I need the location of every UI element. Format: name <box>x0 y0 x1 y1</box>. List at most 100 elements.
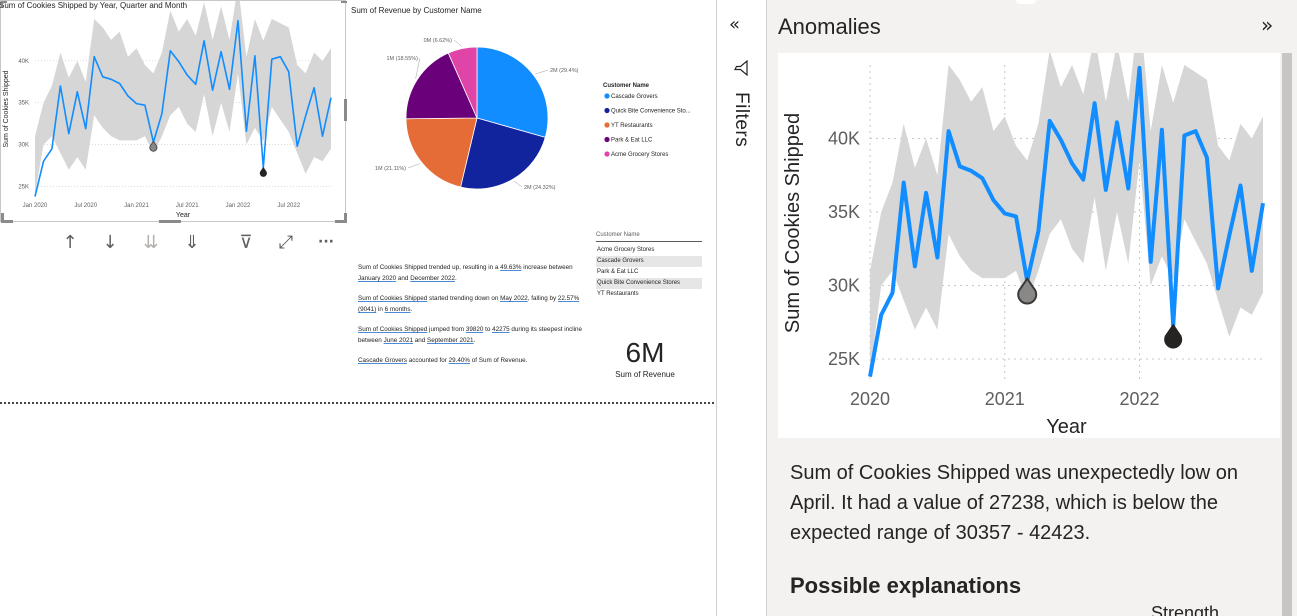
page-boundary-divider <box>0 402 714 404</box>
pie-leader-line <box>513 180 523 188</box>
legend-item: Acme Grocery Stores <box>611 152 668 158</box>
narrative-value-link[interactable]: Sum of Cookies Shipped <box>358 326 427 333</box>
anomaly-marker <box>259 166 267 177</box>
resize-handle[interactable] <box>344 99 347 121</box>
narrative-text: , falling by <box>527 295 558 302</box>
resize-handle[interactable] <box>344 213 347 223</box>
narrative-value-link[interactable]: Sum of Cookies Shipped <box>358 295 427 302</box>
x-tick-label: 2020 <box>850 389 890 409</box>
resize-handle[interactable] <box>1 220 13 223</box>
narrative-value-link[interactable]: 49.63% <box>500 264 521 271</box>
more-options-icon[interactable]: ··· <box>312 228 340 256</box>
y-tick-label: 40K <box>828 128 860 148</box>
narrative-value-link[interactable]: May 2022 <box>500 295 528 302</box>
narrative-paragraph: Sum of Cookies Shipped started trending … <box>358 293 590 315</box>
narrative-text: jumped from <box>427 326 466 333</box>
pane-scrollbar[interactable] <box>1282 53 1292 616</box>
resize-handle[interactable] <box>341 1 347 3</box>
slicer-item[interactable]: YT Restaurants <box>596 289 702 300</box>
collapse-filters-icon[interactable]: « <box>729 14 740 35</box>
expand-pane-icon[interactable]: » <box>1261 13 1273 37</box>
slicer-item[interactable]: Park & Eat LLC <box>596 267 702 278</box>
drill-up-icon[interactable]: ↑ <box>56 228 84 256</box>
anomalies-pane: Anomalies » 25K 30K 35K 40K 2020 2021 2022 Year… <box>766 0 1297 616</box>
narrative-value-link[interactable]: 42275 <box>492 326 510 333</box>
narrative-value-link[interactable]: 29.40% <box>449 357 470 364</box>
narrative-value-link[interactable]: December 2022 <box>410 275 455 282</box>
possible-explanations-heading: Possible explanations <box>790 573 1022 598</box>
pie-data-label: 2M (24.32%) <box>524 185 556 191</box>
narrative-value-link[interactable]: June 2021 <box>384 337 413 344</box>
x-tick-label: Jul 2022 <box>277 203 300 209</box>
pie-chart-visual[interactable]: Sum of Revenue by Customer Name 2M (29.4… <box>348 0 710 222</box>
drill-down-icon[interactable]: ↓ <box>96 228 124 256</box>
expand-all-down-icon[interactable]: ⇓ <box>178 228 206 256</box>
pie-chart-plot: 2M (29.4%) 2M (24.32%) 1M (21.11%) 1M (18.5… <box>375 38 691 191</box>
anomalies-title: Anomalies <box>778 14 881 39</box>
anomaly-detail-chart: 25K 30K 35K 40K 2020 2021 2022 Year Sum of Cooki… <box>778 6 1280 438</box>
pie-data-label: 1M (18.55%) <box>387 56 419 62</box>
narrative-value-link[interactable]: September 2021 <box>427 337 474 344</box>
report-canvas: Sum of Cookies Shipped by Year, Quarter … <box>0 0 716 616</box>
slicer-item[interactable]: Quick Bite Convenience Stores <box>596 278 702 289</box>
narrative-text: to <box>483 326 493 333</box>
resize-handle[interactable] <box>1 1 3 7</box>
narrative-text: increase between <box>521 264 573 271</box>
legend-marker <box>604 151 610 157</box>
anomaly-detail-plot: 25K 30K 35K 40K 2020 2021 2022 Year Sum of Cooki… <box>782 6 1265 438</box>
go-to-next-level-icon[interactable]: ⇊ <box>137 228 165 256</box>
legend-item: Quick Bite Convenience Sto... <box>611 109 691 115</box>
legend-item: Cascade Grovers <box>611 94 658 100</box>
x-tick-label: 2022 <box>1119 389 1159 409</box>
smart-narrative-visual: Sum of Cookies Shipped trended up, resul… <box>358 262 590 375</box>
y-tick-label: 25K <box>18 184 29 190</box>
filters-pane-collapsed[interactable]: « Filters <box>716 0 766 616</box>
x-axis-title: Year <box>176 212 191 219</box>
filters-label[interactable]: Filters <box>730 92 752 147</box>
narrative-text: accounted for <box>407 357 449 364</box>
revenue-card[interactable]: 6M Sum of Revenue <box>600 336 690 379</box>
line-chart-plot: 25K 30K 35K 40K Jan 2020 Jul 2020 Jan 2021 Jul … <box>3 1 332 219</box>
legend-item: YT Restaurants <box>611 123 653 129</box>
y-tick-label: 40K <box>18 59 29 65</box>
narrative-value-link[interactable]: January 2020 <box>358 275 396 282</box>
filter-icon[interactable]: ⊽ <box>232 228 260 256</box>
line-chart-visual[interactable]: Sum of Cookies Shipped by Year, Quarter … <box>0 0 347 223</box>
filter-funnel-icon[interactable] <box>733 60 749 76</box>
x-tick-label: Jul 2021 <box>176 203 199 209</box>
narrative-value-link[interactable]: Cascade Grovers <box>358 357 407 364</box>
x-axis-title: Year <box>1046 416 1087 438</box>
narrative-value-link[interactable]: 39820 <box>466 326 484 333</box>
y-tick-label: 30K <box>828 275 860 295</box>
narrative-text: in <box>376 306 385 313</box>
narrative-paragraph: Sum of Cookies Shipped jumped from 39820… <box>358 324 590 346</box>
pie-leader-line <box>407 163 421 169</box>
x-tick-label: Jan 2021 <box>124 203 149 209</box>
narrative-text: . <box>455 275 457 282</box>
x-tick-label: 2021 <box>985 389 1025 409</box>
report-root: Sum of Cookies Shipped by Year, Quarter … <box>0 0 1297 616</box>
strength-label: Strength <box>1151 603 1220 616</box>
slicer-item[interactable]: Cascade Grovers <box>596 256 702 267</box>
x-tick-label: Jul 2020 <box>74 203 97 209</box>
y-tick-label: 25K <box>828 349 860 369</box>
pie-leader-line <box>535 69 549 75</box>
slicer-title: Customer Name <box>596 232 702 242</box>
narrative-text: . <box>410 306 413 313</box>
visual-header-toolbar: ↑ ↓ ⇊ ⇓ ⊽ ⤢ ··· <box>52 228 352 256</box>
legend-title: Customer Name <box>603 83 650 89</box>
card-value: 6M <box>625 337 665 368</box>
focus-mode-icon[interactable]: ⤢ <box>272 228 300 256</box>
narrative-text: . <box>473 337 476 344</box>
narrative-value-link[interactable]: 6 months <box>385 306 411 313</box>
narrative-text: and <box>412 337 427 344</box>
x-tick-label: Jan 2022 <box>226 203 251 209</box>
y-tick-label: 35K <box>18 101 29 107</box>
legend-marker <box>604 122 610 128</box>
resize-handle[interactable] <box>159 220 181 223</box>
narrative-text: of Sum of Revenue. <box>470 357 528 364</box>
legend-item: Park & Eat LLC <box>611 138 653 144</box>
slicer-list: Acme Grocery Stores Cascade Grovers Park &… <box>596 245 702 300</box>
slicer-item[interactable]: Acme Grocery Stores <box>596 245 702 256</box>
y-axis-title: Sum of Cookies Shipped <box>3 70 10 147</box>
